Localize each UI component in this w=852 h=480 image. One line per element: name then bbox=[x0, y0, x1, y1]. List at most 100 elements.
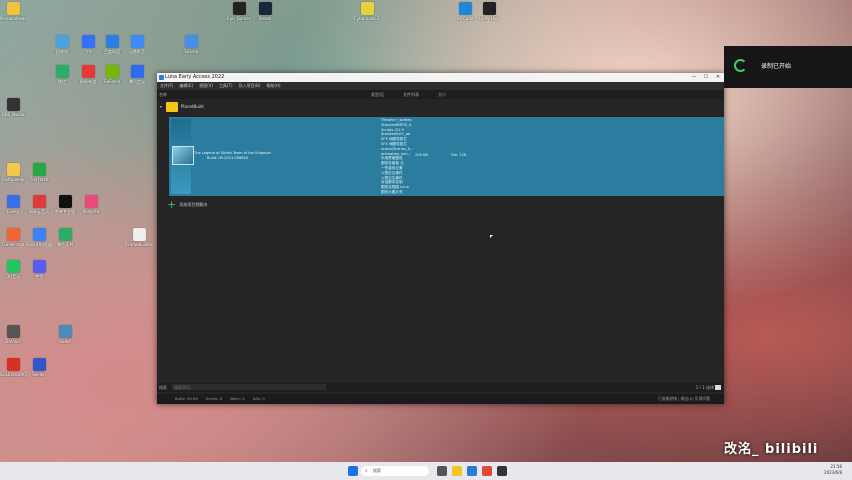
filter-input[interactable] bbox=[172, 384, 326, 390]
column-files[interactable]: 文件列表 bbox=[403, 90, 419, 99]
search-icon: ⌕ bbox=[365, 468, 368, 474]
app-shortcut-icon bbox=[458, 2, 472, 15]
edge-icon[interactable] bbox=[467, 466, 477, 476]
desktop-icon[interactable]: 微信读书 bbox=[52, 228, 78, 247]
filter-label: 搜索 bbox=[159, 385, 167, 390]
project-build: Build: 09.2021.098800 bbox=[207, 156, 249, 160]
menu-help[interactable]: 帮助(H) bbox=[266, 82, 280, 90]
app-shortcut-icon bbox=[32, 195, 46, 208]
close-button[interactable]: ✕ bbox=[712, 73, 724, 82]
desktop-icon[interactable]: QQ音乐 bbox=[0, 260, 26, 279]
folder-row[interactable]: ▾ PlanetBuild bbox=[157, 100, 724, 114]
app-shortcut-icon bbox=[6, 195, 20, 208]
desktop-icon[interactable]: Epic Games bbox=[226, 2, 252, 21]
add-project-label: 添加项目到解决 bbox=[179, 202, 208, 207]
maximize-button[interactable]: ☐ bbox=[700, 73, 712, 82]
toggle-icon[interactable] bbox=[715, 385, 721, 390]
app-shortcut-icon bbox=[32, 260, 46, 273]
file-explorer-icon[interactable] bbox=[452, 466, 462, 476]
app-shortcut-icon bbox=[32, 163, 46, 176]
app-shortcut-icon bbox=[32, 358, 46, 371]
project-info: File: 128 bbox=[451, 153, 467, 157]
plus-icon: + bbox=[167, 198, 177, 211]
menu-edit[interactable]: 编辑(E) bbox=[179, 82, 193, 90]
desktop-icon-label: 网易有道 bbox=[80, 79, 96, 84]
desktop-icon[interactable]: Cyberpunk 2077 bbox=[354, 2, 380, 21]
desktop-icon[interactable]: SOLIDWORKS bbox=[0, 358, 26, 377]
desktop-icon[interactable]: Aseprite bbox=[78, 195, 104, 214]
app-shortcut-icon bbox=[184, 35, 198, 48]
desktop-icon[interactable]: TextFetch bbox=[26, 163, 52, 182]
desktop-icon[interactable]: 飞书 bbox=[75, 35, 101, 54]
desktop-icon[interactable]: Godot bbox=[52, 325, 78, 344]
selected-project-row[interactable]: The Legend of Shield Team of the Kingdom… bbox=[169, 117, 724, 196]
desktop-icon[interactable]: FastSpeedo bbox=[0, 163, 26, 182]
menu-import[interactable]: 导入项目(B) bbox=[239, 82, 261, 90]
menu-bar: 文件(F) 编辑(E) 视图(V) 工具(T) 导入项目(B) 帮助(H) bbox=[157, 82, 724, 90]
taskbar-search[interactable]: ⌕ 搜索 bbox=[361, 466, 429, 476]
app-shortcut-icon bbox=[105, 35, 119, 48]
desktop-icon[interactable]: GeForce bbox=[99, 65, 125, 84]
add-project-button[interactable]: + 添加项目到解决 bbox=[167, 198, 208, 211]
selection-count: 1 / 1 选择 bbox=[695, 385, 714, 390]
chevron-down-icon[interactable]: ▾ bbox=[160, 100, 162, 114]
desktop-icon[interactable]: 网易云音乐 bbox=[26, 195, 52, 214]
desktop-icon[interactable]: 百度网盘 bbox=[99, 35, 125, 54]
desktop-icon[interactable]: 回收站 bbox=[49, 35, 75, 54]
app-taskbar-icon[interactable] bbox=[497, 466, 507, 476]
desktop-icon[interactable]: 腾讯会议 bbox=[124, 65, 150, 84]
desktop-icon[interactable]: Unity Hub bbox=[476, 2, 502, 21]
desktop-icon-label: ToDesk bbox=[183, 49, 199, 54]
column-type[interactable]: 类型/区 bbox=[371, 90, 384, 99]
minimize-button[interactable]: — bbox=[688, 73, 700, 82]
status-right: 已准备就绪 | 输出(0) 反馈问题 bbox=[657, 396, 710, 401]
recording-notification[interactable]: 录制已开始 bbox=[724, 46, 852, 88]
app-shortcut-icon bbox=[6, 228, 20, 241]
desktop-icon[interactable]: Lively bbox=[0, 195, 26, 214]
menu-file[interactable]: 文件(F) bbox=[160, 82, 173, 90]
app-shortcut-icon bbox=[360, 2, 374, 15]
desktop-icon[interactable]: DaVinci bbox=[0, 325, 26, 344]
desktop-icon[interactable]: FrameBuilder bbox=[126, 228, 152, 247]
app-shortcut-icon bbox=[6, 98, 20, 111]
menu-view[interactable]: 视图(V) bbox=[199, 82, 213, 90]
desktop-icon[interactable]: Seelen bbox=[26, 358, 52, 377]
clock[interactable]: 21:56 2023/6/8 bbox=[824, 464, 842, 476]
desktop-icon[interactable]: 夸克 bbox=[26, 260, 52, 279]
project-size: 200 KB bbox=[415, 153, 428, 157]
desktop-icon[interactable]: ToDesk bbox=[178, 35, 204, 54]
desktop-icon[interactable]: Personalreward bbox=[0, 2, 26, 21]
column-size[interactable]: 大小 bbox=[438, 90, 446, 99]
desktop-icon[interactable]: 网易UU加速器 bbox=[26, 228, 52, 247]
app-shortcut-icon bbox=[130, 65, 144, 78]
desktop-icon[interactable]: CurseForge bbox=[0, 228, 26, 247]
desktop-icon[interactable]: 微信 bbox=[49, 65, 75, 84]
desktop-icon-label: QQ音乐 bbox=[5, 274, 21, 279]
desktop-icon[interactable]: VS Code bbox=[452, 2, 478, 21]
app-shortcut-icon bbox=[58, 325, 72, 338]
desktop-icon[interactable]: Steam bbox=[252, 2, 278, 21]
app-shortcut-icon bbox=[105, 65, 119, 78]
desktop-icon-label: 飞书 bbox=[84, 49, 92, 54]
desktop-icon[interactable]: 剪映专业版 bbox=[52, 195, 78, 214]
desktop-icon-label: 微信读书 bbox=[57, 242, 73, 247]
app-window: Luna Early Access 2022 — ☐ ✕ 文件(F) 编辑(E)… bbox=[157, 73, 724, 404]
desktop-icon[interactable]: OBS Studio bbox=[0, 98, 26, 117]
desktop-icon[interactable]: 迅雷影音 bbox=[124, 35, 150, 54]
desktop-icon-label: Aseprite bbox=[82, 209, 100, 214]
project-file-list: Tilesets+_sprites StandardRPGS_A Scripts (… bbox=[381, 118, 413, 195]
chrome-icon[interactable] bbox=[482, 466, 492, 476]
start-icon[interactable] bbox=[348, 466, 358, 476]
project-thumbnail-panel bbox=[171, 119, 194, 194]
window-title: Luna Early Access 2022 bbox=[165, 74, 225, 80]
menu-tools[interactable]: 工具(T) bbox=[219, 82, 233, 90]
desktop-icon[interactable]: 网易有道 bbox=[75, 65, 101, 84]
desktop-icon-label: 网易云音乐 bbox=[29, 209, 49, 214]
desktop-icon-label: Lively bbox=[7, 209, 19, 214]
task-view-icon[interactable] bbox=[437, 466, 447, 476]
title-bar[interactable]: Luna Early Access 2022 — ☐ ✕ bbox=[157, 73, 724, 82]
desktop-icon-label: Steam bbox=[258, 16, 272, 21]
desktop-icon-label: VS Code bbox=[456, 16, 474, 21]
app-shortcut-icon bbox=[84, 195, 98, 208]
sort-label[interactable]: 名称 bbox=[159, 90, 167, 99]
